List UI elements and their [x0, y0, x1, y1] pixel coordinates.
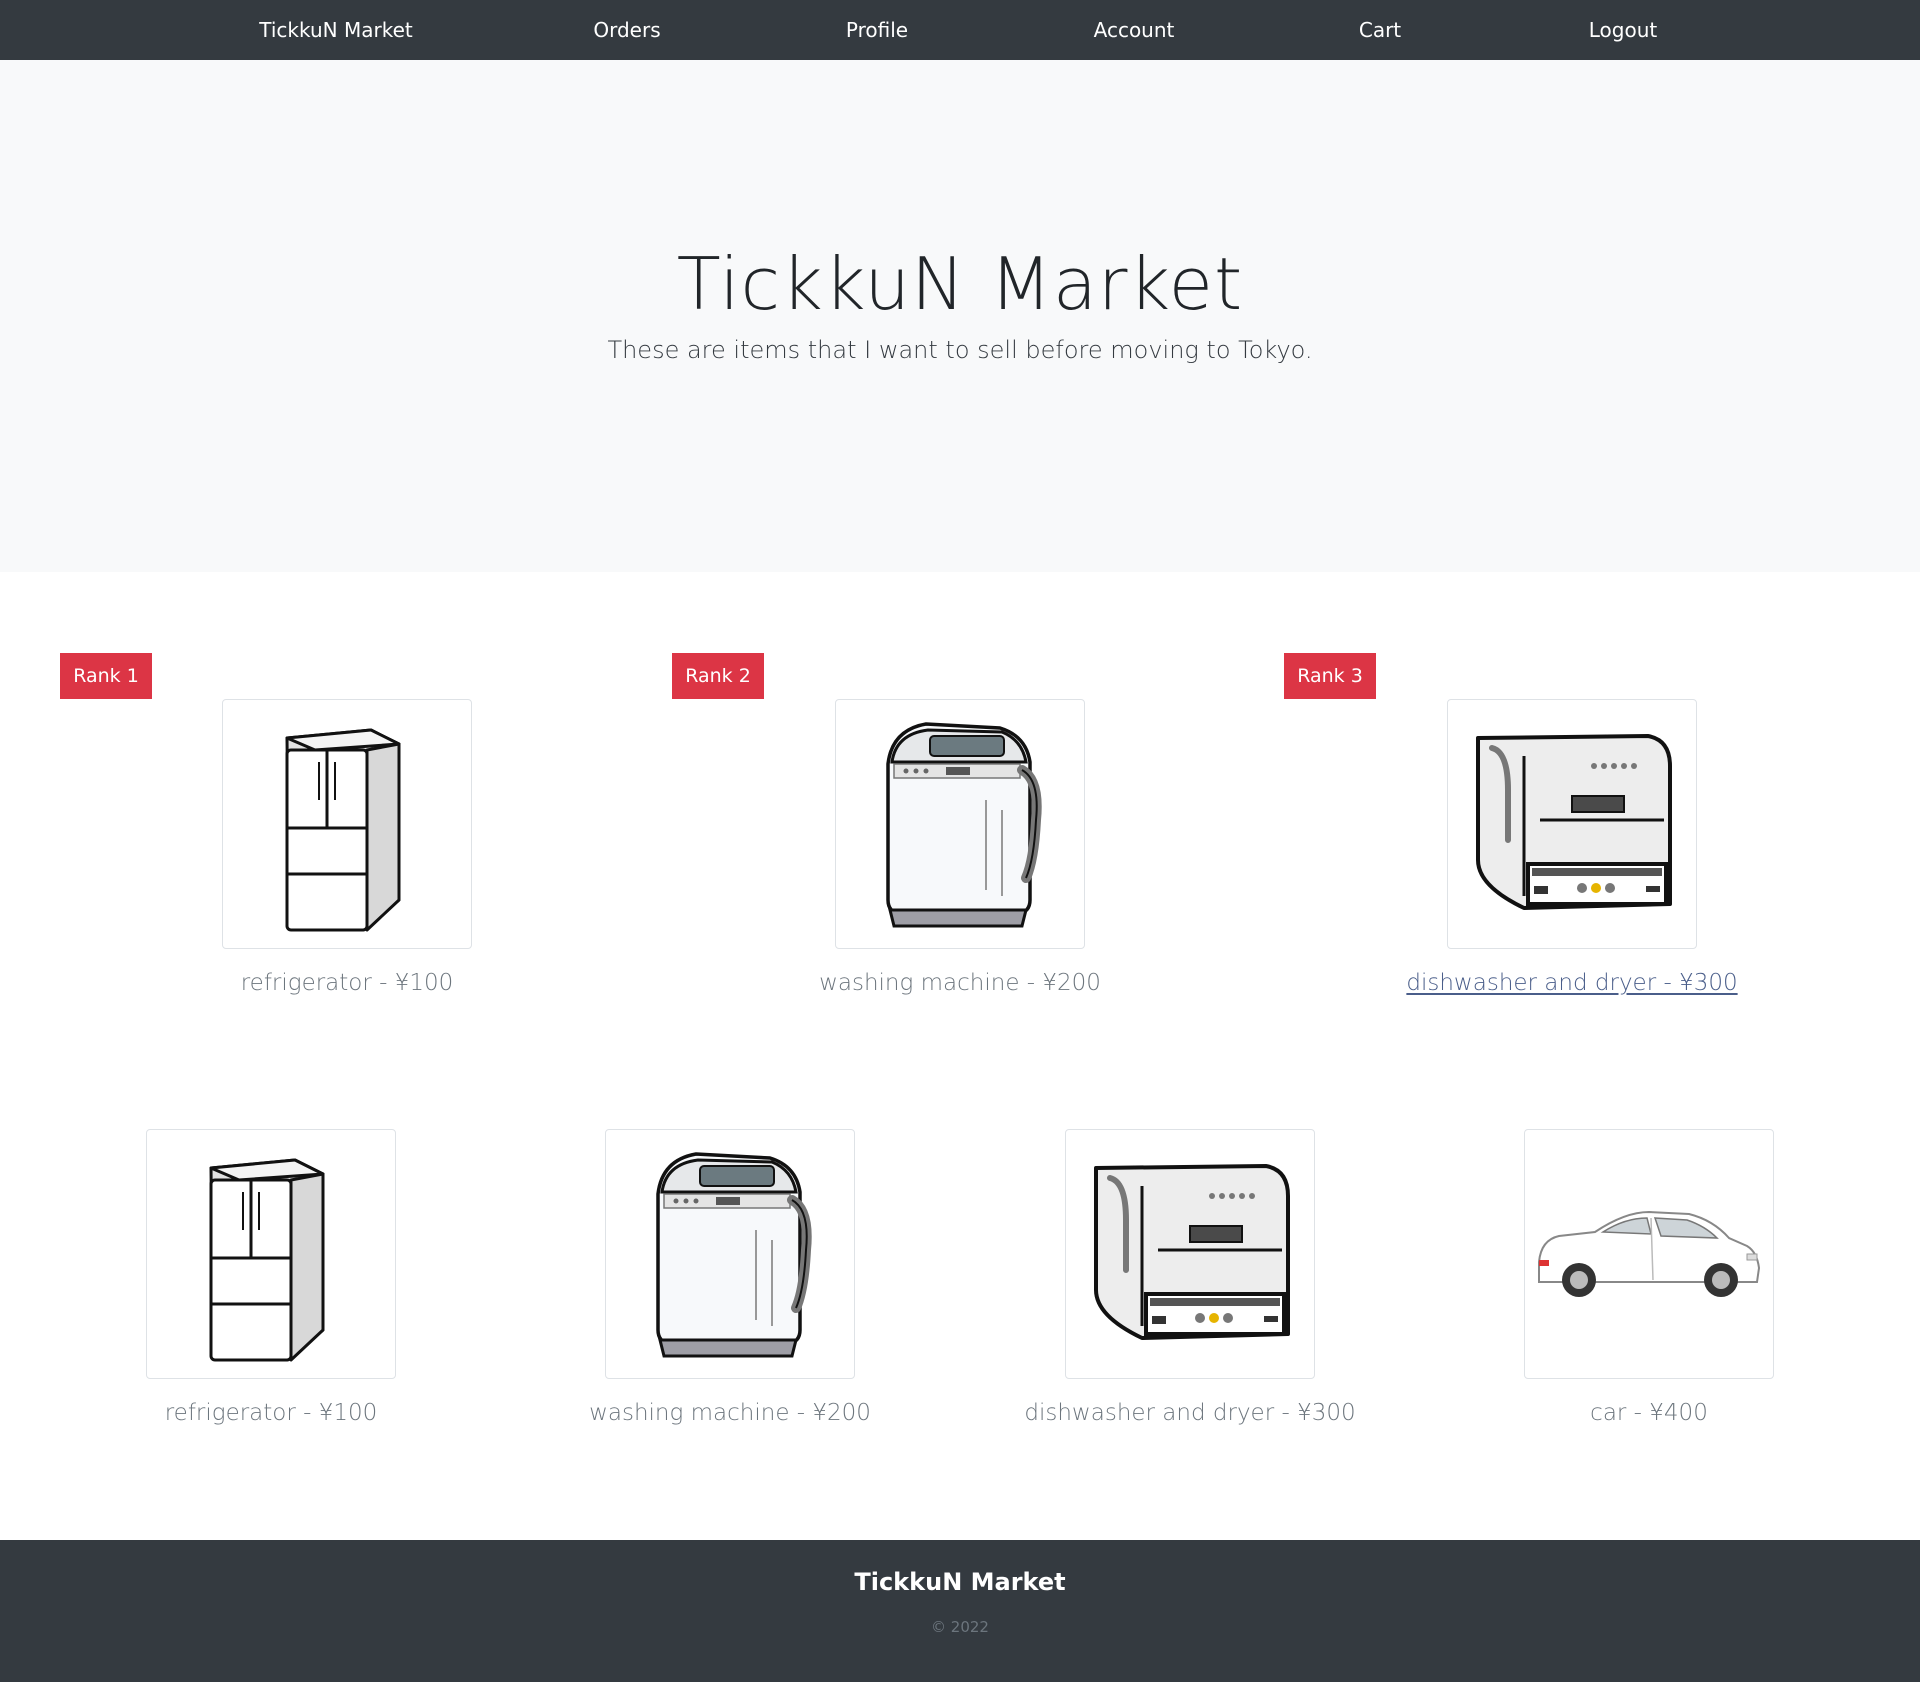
item-4-caption[interactable]: car - ¥400 [1449, 1400, 1849, 1426]
washing-machine-image [836, 700, 1084, 948]
item-3-thumbnail[interactable] [1065, 1129, 1315, 1379]
item-3-caption[interactable]: dishwasher and dryer - ¥300 [990, 1400, 1390, 1426]
item-1-thumbnail[interactable] [146, 1129, 396, 1379]
nav-cart-link[interactable]: Cart [1359, 0, 1401, 60]
nav-account-link[interactable]: Account [1094, 0, 1175, 60]
washing-machine-image [606, 1130, 854, 1378]
ranking-item-1-thumbnail[interactable] [222, 699, 472, 949]
ranking-item-1-caption[interactable]: refrigerator - ¥100 [147, 970, 547, 996]
refrigerator-image [147, 1130, 395, 1378]
rank-badge-2: Rank 2 [672, 653, 764, 699]
rank-badge-3: Rank 3 [1284, 653, 1376, 699]
hero-title: TickkuN Market [676, 242, 1244, 326]
nav-logout-link[interactable]: Logout [1589, 0, 1657, 60]
ranking-item-2-thumbnail[interactable] [835, 699, 1085, 949]
item-2-caption[interactable]: washing machine - ¥200 [530, 1400, 930, 1426]
nav-profile-link[interactable]: Profile [846, 0, 908, 60]
ranking-item-2-caption[interactable]: washing machine - ¥200 [760, 970, 1160, 996]
dishwasher-image [1448, 700, 1696, 948]
item-4-thumbnail[interactable] [1524, 1129, 1774, 1379]
dishwasher-image [1066, 1130, 1314, 1378]
top-navbar: TickkuN Market Orders Profile Account Ca… [0, 0, 1920, 60]
item-1-caption[interactable]: refrigerator - ¥100 [71, 1400, 471, 1426]
footer-copyright: © 2022 [931, 1618, 989, 1636]
nav-orders-link[interactable]: Orders [593, 0, 660, 60]
ranking-item-3-thumbnail[interactable] [1447, 699, 1697, 949]
nav-brand-link[interactable]: TickkuN Market [259, 0, 412, 60]
hero-section: TickkuN Market These are items that I wa… [0, 60, 1920, 572]
page-footer: TickkuN Market © 2022 [0, 1540, 1920, 1682]
footer-title: TickkuN Market [854, 1568, 1066, 1596]
ranking-item-3-caption[interactable]: dishwasher and dryer - ¥300 [1372, 970, 1772, 996]
hero-subtitle: These are items that I want to sell befo… [607, 336, 1313, 364]
car-image [1525, 1130, 1773, 1378]
item-2-thumbnail[interactable] [605, 1129, 855, 1379]
rank-badge-1: Rank 1 [60, 653, 152, 699]
refrigerator-image [223, 700, 471, 948]
